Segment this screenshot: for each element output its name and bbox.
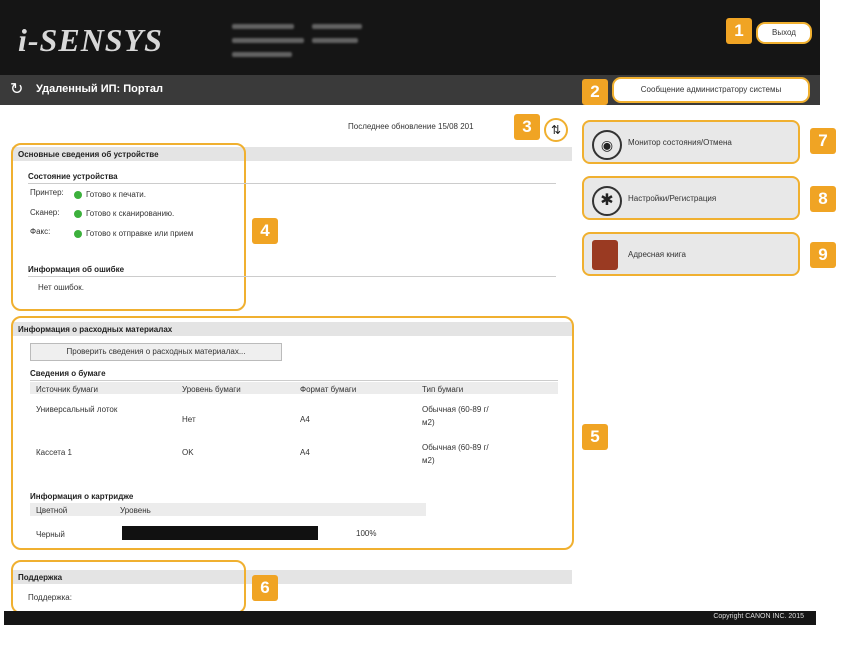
col-format: Формат бумаги: [300, 385, 357, 394]
refresh-icon[interactable]: ⇅: [544, 118, 568, 142]
copyright: Copyright CANON INC. 2015: [713, 613, 804, 620]
remote-ui-icon: ↻: [10, 81, 24, 98]
check-consumables-button[interactable]: Проверить сведения о расходных материала…: [30, 343, 282, 361]
paper-type: Обычная (60-89 г/м2): [422, 405, 489, 427]
printer-status: Готово к печати.: [86, 190, 146, 199]
col-color: Цветной: [36, 506, 68, 515]
error-text: Нет ошибок.: [38, 283, 84, 292]
cartridge-level-bar: [122, 526, 318, 540]
callout-badge-6: 6: [252, 575, 278, 601]
paper-table-header: [30, 382, 558, 394]
eye-icon: ◉: [592, 130, 622, 160]
blurred-info: [232, 52, 292, 57]
callout-badge-8: 8: [810, 186, 836, 212]
cartridge-level-track: [122, 526, 318, 540]
fax-status: Готово к отправке или прием: [86, 229, 194, 238]
printer-status-icon: [74, 191, 82, 199]
cartridge-color: Черный: [36, 530, 65, 539]
fax-label: Факс:: [30, 227, 51, 236]
admin-message-button[interactable]: Сообщение администратору системы: [612, 77, 810, 103]
logout-button[interactable]: Выход: [756, 22, 812, 44]
settings-icon: ✱: [592, 186, 622, 216]
col-cartridge-level: Уровень: [120, 506, 151, 515]
support-text: Поддержка:: [28, 593, 72, 602]
cartridge-level-text: 100%: [356, 529, 377, 538]
title-bar: ↻ Удаленный ИП: Портал 2 Сообщение админ…: [0, 75, 820, 105]
scanner-label: Сканер:: [30, 208, 60, 217]
cartridge-heading: Информация о картридже: [30, 492, 134, 501]
blurred-info: [312, 38, 358, 43]
col-source: Источник бумаги: [36, 385, 99, 394]
callout-badge-9: 9: [810, 242, 836, 268]
callout-badge-7: 7: [810, 128, 836, 154]
paper-level: OK: [182, 448, 194, 457]
scanner-status: Готово к сканированию.: [86, 209, 175, 218]
device-info-title: Основные сведения об устройстве: [18, 150, 159, 159]
nav-label: Монитор состояния/Отмена: [628, 138, 732, 147]
col-type: Тип бумаги: [422, 385, 464, 394]
top-header: i-SENSYS Выход 1: [0, 0, 820, 75]
last-update-text: Последнее обновление 15/08 201: [348, 122, 474, 131]
callout-badge-5: 5: [582, 424, 608, 450]
blurred-info: [232, 38, 304, 43]
paper-source: Универсальный лоток: [36, 405, 118, 414]
nav-address-book[interactable]: Адресная книга: [582, 232, 800, 276]
consumables-title: Информация о расходных материалах: [18, 325, 173, 334]
cartridge-table-header: [30, 503, 426, 516]
paper-source: Кассета 1: [36, 448, 72, 457]
support-title: Поддержка: [18, 573, 63, 582]
nav-status-monitor[interactable]: ◉ Монитор состояния/Отмена: [582, 120, 800, 164]
device-status-heading: Состояние устройства: [28, 172, 118, 181]
callout-badge-1: 1: [726, 18, 752, 44]
address-book-icon: [592, 240, 618, 270]
blurred-info: [312, 24, 362, 29]
printer-label: Принтер:: [30, 188, 64, 197]
fax-status-icon: [74, 230, 82, 238]
divider: [30, 380, 558, 381]
paper-level: Нет: [182, 415, 196, 424]
col-level: Уровень бумаги: [182, 385, 241, 394]
footer: Copyright CANON INC. 2015: [4, 611, 816, 625]
paper-type: Обычная (60-89 г/м2): [422, 443, 489, 465]
callout-badge-2: 2: [582, 79, 608, 105]
callout-badge-4: 4: [252, 218, 278, 244]
paper-format: A4: [300, 448, 310, 457]
paper-format: A4: [300, 415, 310, 424]
error-heading: Информация об ошибке: [28, 265, 125, 274]
support-highlight: [11, 560, 246, 614]
paper-heading: Сведения о бумаге: [30, 369, 106, 378]
brand-logo: i-SENSYS: [18, 22, 163, 58]
divider: [28, 276, 556, 277]
blurred-info: [232, 24, 294, 29]
nav-label: Настройки/Регистрация: [628, 194, 717, 203]
scanner-status-icon: [74, 210, 82, 218]
nav-settings[interactable]: ✱ Настройки/Регистрация: [582, 176, 800, 220]
divider: [28, 183, 556, 184]
nav-label: Адресная книга: [628, 250, 686, 259]
callout-badge-3: 3: [514, 114, 540, 140]
page-title: Удаленный ИП: Портал: [36, 83, 163, 95]
